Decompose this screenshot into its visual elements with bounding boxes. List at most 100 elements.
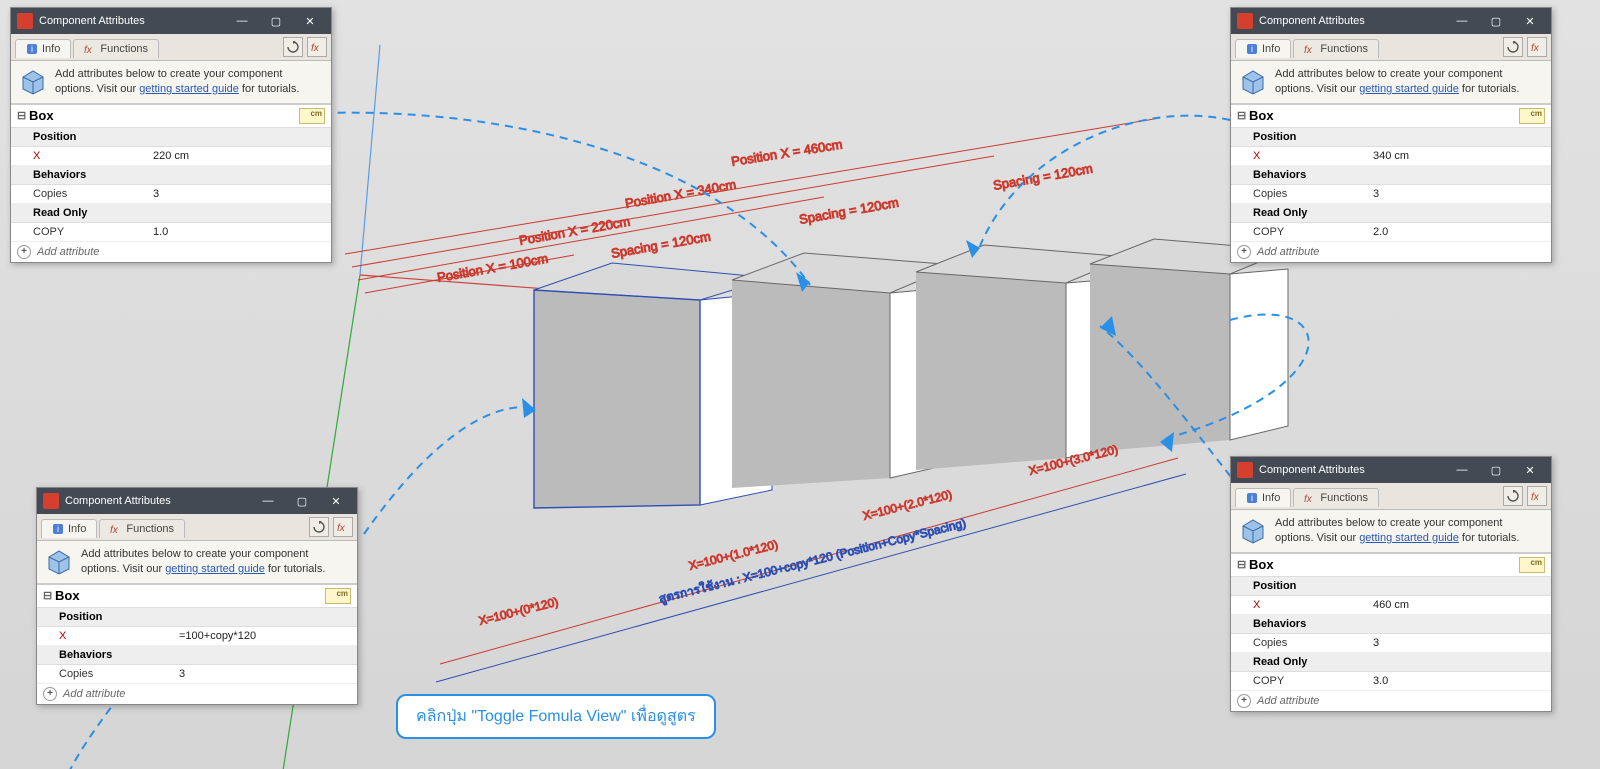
ruler-icon[interactable]: cm: [1519, 557, 1545, 573]
value-copy[interactable]: 3.0: [1367, 673, 1551, 689]
row-x[interactable]: X 460 cm: [1231, 596, 1551, 615]
add-attribute[interactable]: + Add attribute: [37, 684, 357, 704]
collapse-icon[interactable]: ⊟: [1237, 109, 1249, 122]
add-attribute-label: Add attribute: [1257, 246, 1319, 258]
titlebar[interactable]: Component Attributes — ▢ ✕: [37, 488, 357, 514]
value-copies[interactable]: 3: [173, 666, 357, 682]
tab-info-label: Info: [68, 523, 86, 535]
dim-space2: Spacing = 120cm: [798, 195, 900, 227]
component-attributes-dialog[interactable]: Component Attributes — ▢ ✕ i Info fx Fun…: [1230, 7, 1552, 263]
refresh-button[interactable]: [283, 37, 303, 57]
hint-tail: for tutorials.: [265, 563, 326, 575]
ruler-icon[interactable]: cm: [325, 588, 351, 604]
toggle-formula-button[interactable]: fx: [307, 37, 327, 57]
component-header[interactable]: ⊟ Box cm: [1231, 105, 1551, 128]
window-title: Component Attributes: [65, 495, 251, 507]
app-icon: [1237, 13, 1253, 29]
maximize-button[interactable]: ▢: [259, 10, 293, 32]
row-copies[interactable]: Copies 3: [37, 665, 357, 684]
close-button[interactable]: ✕: [319, 490, 353, 512]
getting-started-link[interactable]: getting started guide: [165, 563, 265, 575]
maximize-button[interactable]: ▢: [285, 490, 319, 512]
refresh-button[interactable]: [309, 517, 329, 537]
titlebar[interactable]: Component Attributes — ▢ ✕: [1231, 457, 1551, 483]
ruler-icon[interactable]: cm: [299, 108, 325, 124]
tab-functions-label: Functions: [1320, 492, 1368, 504]
row-x[interactable]: X 220 cm: [11, 147, 331, 166]
hint: Add attributes below to create your comp…: [37, 541, 357, 584]
getting-started-link[interactable]: getting started guide: [139, 83, 239, 95]
value-x[interactable]: =100+copy*120: [173, 628, 357, 644]
dim-space1: Spacing = 120cm: [610, 229, 712, 261]
section-position: Position: [11, 128, 331, 147]
tab-info[interactable]: i Info: [15, 39, 71, 58]
tab-info[interactable]: i Info: [41, 519, 97, 538]
refresh-button[interactable]: [1503, 486, 1523, 506]
tab-functions[interactable]: fx Functions: [1293, 39, 1379, 58]
row-x[interactable]: X =100+copy*120: [37, 627, 357, 646]
fx-icon: fx: [110, 523, 122, 535]
close-button[interactable]: ✕: [1513, 459, 1547, 481]
collapse-icon[interactable]: ⊟: [1237, 558, 1249, 571]
value-copies[interactable]: 3: [147, 186, 331, 202]
window-title: Component Attributes: [39, 15, 225, 27]
tab-functions[interactable]: fx Functions: [1293, 488, 1379, 507]
collapse-icon[interactable]: ⊟: [17, 109, 29, 122]
add-attribute[interactable]: + Add attribute: [1231, 691, 1551, 711]
component-header[interactable]: ⊟ Box cm: [37, 585, 357, 608]
component-header[interactable]: ⊟ Box cm: [11, 105, 331, 128]
tab-functions[interactable]: fx Functions: [73, 39, 159, 58]
toggle-formula-button[interactable]: fx: [1527, 37, 1547, 57]
value-x[interactable]: 460 cm: [1367, 597, 1551, 613]
component-attributes-dialog[interactable]: Component Attributes — ▢ ✕ i Info fx Fun…: [36, 487, 358, 705]
titlebar[interactable]: Component Attributes — ▢ ✕: [11, 8, 331, 34]
row-copy[interactable]: COPY 1.0: [11, 223, 331, 242]
value-x[interactable]: 340 cm: [1367, 148, 1551, 164]
value-copies[interactable]: 3: [1367, 635, 1551, 651]
eq2: X=100+(2.0*120): [861, 487, 953, 523]
value-copy[interactable]: 1.0: [147, 224, 331, 240]
row-copy[interactable]: COPY 2.0: [1231, 223, 1551, 242]
box-4[interactable]: [1090, 239, 1288, 452]
maximize-button[interactable]: ▢: [1479, 10, 1513, 32]
ruler-icon[interactable]: cm: [1519, 108, 1545, 124]
row-copies[interactable]: Copies 3: [1231, 634, 1551, 653]
label-x: X: [1231, 148, 1367, 164]
minimize-button[interactable]: —: [1445, 10, 1479, 32]
info-icon: i: [26, 43, 38, 55]
getting-started-link[interactable]: getting started guide: [1359, 83, 1459, 95]
component-header[interactable]: ⊟ Box cm: [1231, 554, 1551, 577]
close-button[interactable]: ✕: [293, 10, 327, 32]
row-copies[interactable]: Copies 3: [1231, 185, 1551, 204]
getting-started-link[interactable]: getting started guide: [1359, 532, 1459, 544]
tab-info[interactable]: i Info: [1235, 488, 1291, 507]
maximize-button[interactable]: ▢: [1479, 459, 1513, 481]
row-copy[interactable]: COPY 3.0: [1231, 672, 1551, 691]
minimize-button[interactable]: —: [225, 10, 259, 32]
value-x[interactable]: 220 cm: [147, 148, 331, 164]
dim-pos460: Position X = 460cm: [730, 137, 843, 169]
toggle-formula-button[interactable]: fx: [1527, 486, 1547, 506]
value-copies[interactable]: 3: [1367, 186, 1551, 202]
minimize-button[interactable]: —: [1445, 459, 1479, 481]
app-icon: [17, 13, 33, 29]
minimize-button[interactable]: —: [251, 490, 285, 512]
tab-functions[interactable]: fx Functions: [99, 519, 185, 538]
refresh-button[interactable]: [1503, 37, 1523, 57]
value-copy[interactable]: 2.0: [1367, 224, 1551, 240]
hint-tail: for tutorials.: [1459, 532, 1520, 544]
tab-info[interactable]: i Info: [1235, 39, 1291, 58]
cube-icon: [1239, 516, 1267, 544]
row-copies[interactable]: Copies 3: [11, 185, 331, 204]
add-attribute[interactable]: + Add attribute: [11, 242, 331, 262]
toggle-formula-button[interactable]: fx: [333, 517, 353, 537]
collapse-icon[interactable]: ⊟: [43, 589, 55, 602]
component-attributes-dialog[interactable]: Component Attributes — ▢ ✕ i Info fx Fun…: [1230, 456, 1552, 712]
close-button[interactable]: ✕: [1513, 10, 1547, 32]
section-readonly: Read Only: [1231, 653, 1551, 672]
section-readonly: Read Only: [11, 204, 331, 223]
row-x[interactable]: X 340 cm: [1231, 147, 1551, 166]
component-attributes-dialog[interactable]: Component Attributes — ▢ ✕ i Info fx Fun…: [10, 7, 332, 263]
titlebar[interactable]: Component Attributes — ▢ ✕: [1231, 8, 1551, 34]
add-attribute[interactable]: + Add attribute: [1231, 242, 1551, 262]
